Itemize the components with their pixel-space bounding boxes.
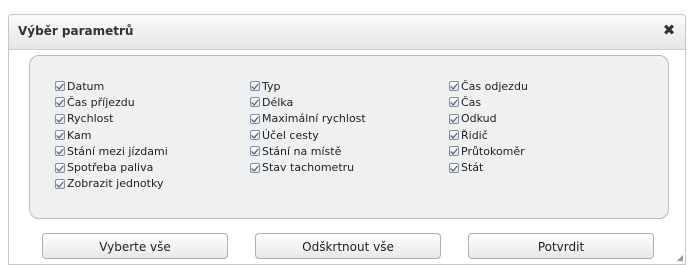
parameter-option[interactable]: Odkud bbox=[449, 111, 528, 127]
parameter-label: Řidič bbox=[461, 128, 488, 142]
parameter-option[interactable]: Čas bbox=[449, 94, 528, 110]
checkbox-checked[interactable] bbox=[250, 81, 260, 92]
parameter-label: Délka bbox=[262, 95, 294, 109]
checkbox-checked[interactable] bbox=[250, 97, 260, 108]
dialog-title: Výběr parametrů bbox=[18, 24, 134, 38]
parameter-option[interactable]: Řidič bbox=[449, 127, 528, 143]
parameter-option[interactable]: Čas odjezdu bbox=[449, 78, 528, 94]
parameter-option[interactable]: Stání na místě bbox=[250, 143, 366, 159]
parameter-label: Maximální rychlost bbox=[262, 112, 366, 126]
checkbox-checked[interactable] bbox=[55, 81, 65, 92]
parameter-label: Průtokoměr bbox=[461, 144, 525, 158]
checkbox-checked[interactable] bbox=[55, 130, 65, 141]
parameters-panel: Datum Čas příjezdu Rychlost Kam Stání mezi j… bbox=[29, 55, 669, 219]
parameter-option[interactable]: Čas příjezdu bbox=[55, 94, 168, 110]
close-icon[interactable]: ✖ bbox=[661, 21, 677, 39]
parameter-label: Stání na místě bbox=[262, 144, 342, 158]
parameter-label: Čas bbox=[461, 95, 482, 109]
parameters-column-1: Datum Čas příjezdu Rychlost Kam Stání mezi j… bbox=[55, 78, 168, 192]
parameter-option[interactable]: Stav tachometru bbox=[250, 159, 366, 175]
checkbox-checked[interactable] bbox=[55, 97, 65, 108]
checkbox-checked[interactable] bbox=[449, 162, 459, 173]
parameters-column-3: Čas odjezdu Čas Odkud Řidič Průtokoměr Stát bbox=[449, 78, 528, 176]
parameter-label: Stav tachometru bbox=[262, 161, 355, 175]
parameter-label: Typ bbox=[262, 79, 281, 93]
parameter-selection-dialog: Výběr parametrů ✖ Datum Čas příjezdu Rychl… bbox=[8, 14, 686, 265]
parameter-option[interactable]: Rychlost bbox=[55, 111, 168, 127]
confirm-button[interactable]: Potvrdit bbox=[468, 233, 654, 259]
parameter-option[interactable]: Kam bbox=[55, 127, 168, 143]
parameter-option[interactable]: Datum bbox=[55, 78, 168, 94]
parameter-label: Stání mezi jízdami bbox=[67, 144, 168, 158]
parameter-option[interactable]: Spotřeba paliva bbox=[55, 159, 168, 175]
checkbox-checked[interactable] bbox=[250, 162, 260, 173]
parameter-option[interactable]: Typ bbox=[250, 78, 366, 94]
parameter-option[interactable]: Stání mezi jízdami bbox=[55, 143, 168, 159]
resize-handle-icon[interactable]: ◢ bbox=[677, 253, 683, 262]
parameter-option[interactable]: Účel cesty bbox=[250, 127, 366, 143]
checkbox-checked[interactable] bbox=[449, 130, 459, 141]
parameter-option[interactable]: Délka bbox=[250, 94, 366, 110]
checkbox-checked[interactable] bbox=[250, 130, 260, 141]
parameter-label: Rychlost bbox=[67, 112, 114, 126]
checkbox-checked[interactable] bbox=[250, 146, 260, 157]
checkbox-checked[interactable] bbox=[449, 113, 459, 124]
checkbox-checked[interactable] bbox=[449, 146, 459, 157]
parameter-label: Čas odjezdu bbox=[461, 79, 528, 93]
checkbox-checked[interactable] bbox=[55, 113, 65, 124]
checkbox-checked[interactable] bbox=[250, 113, 260, 124]
select-all-button[interactable]: Vyberte vše bbox=[42, 233, 228, 259]
parameter-option[interactable]: Maximální rychlost bbox=[250, 111, 366, 127]
parameter-label: Čas příjezdu bbox=[67, 95, 135, 109]
parameter-label: Účel cesty bbox=[262, 128, 319, 142]
checkbox-checked[interactable] bbox=[55, 178, 65, 189]
checkbox-checked[interactable] bbox=[449, 81, 459, 92]
parameter-label: Stát bbox=[461, 161, 484, 175]
parameters-column-2: Typ Délka Maximální rychlost Účel cesty Stán… bbox=[250, 78, 366, 176]
parameter-label: Spotřeba paliva bbox=[67, 161, 154, 175]
checkbox-checked[interactable] bbox=[55, 146, 65, 157]
parameter-option[interactable]: Zobrazit jednotky bbox=[55, 176, 168, 192]
parameter-label: Odkud bbox=[461, 112, 497, 126]
parameter-label: Zobrazit jednotky bbox=[67, 177, 164, 191]
checkbox-checked[interactable] bbox=[449, 97, 459, 108]
dialog-titlebar[interactable]: Výběr parametrů ✖ bbox=[9, 15, 685, 50]
parameter-label: Kam bbox=[67, 128, 92, 142]
checkbox-checked[interactable] bbox=[55, 162, 65, 173]
parameter-label: Datum bbox=[67, 79, 105, 93]
parameter-option[interactable]: Stát bbox=[449, 159, 528, 175]
deselect-all-button[interactable]: Odškrtnout vše bbox=[255, 233, 441, 259]
parameter-option[interactable]: Průtokoměr bbox=[449, 143, 528, 159]
